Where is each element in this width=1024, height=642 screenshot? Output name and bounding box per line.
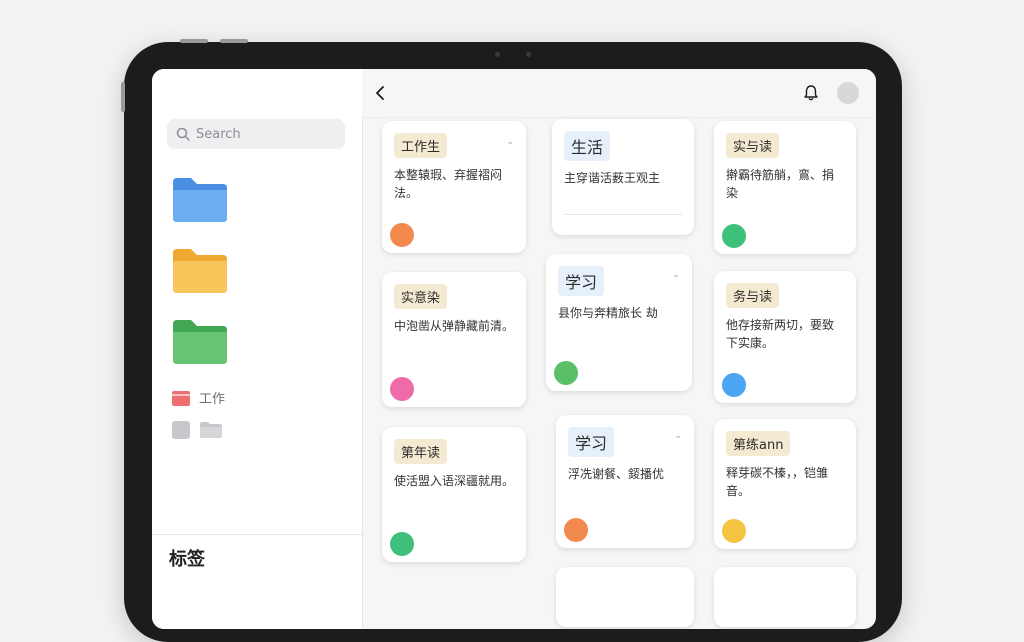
search-placeholder: Search	[196, 126, 241, 142]
color-dot	[722, 519, 746, 543]
sidebar-item-label: 工作	[199, 392, 226, 407]
back-chevron-icon[interactable]	[372, 84, 390, 102]
note-tag: 第练ann	[726, 431, 791, 456]
sidebar-footer: 标签	[152, 534, 362, 570]
chevron-down-icon[interactable]: ⌄	[506, 137, 514, 147]
note-card[interactable]: 工作生 ⌄ 本整辕瑕、弃握褶闷法。	[382, 121, 526, 253]
sidebar: Search 工作 标签	[152, 69, 363, 629]
volume-button	[220, 39, 248, 43]
chevron-down-icon[interactable]: ⌄	[674, 431, 682, 441]
note-card[interactable]: 实意染 中泡凿从弹静藏前清。	[382, 272, 526, 407]
note-tag: 实与读	[726, 133, 780, 158]
note-card[interactable]	[556, 567, 694, 627]
folder-icon	[173, 249, 227, 293]
avatar[interactable]	[837, 82, 859, 104]
note-tag: 学习	[558, 266, 605, 296]
tags-section-title: 标签	[169, 549, 205, 570]
bell-icon[interactable]	[802, 84, 820, 102]
folder-icon	[173, 320, 227, 364]
note-text: 使活盟入语深疆就用。	[394, 474, 515, 488]
color-dot	[390, 223, 414, 247]
search-input[interactable]: Search	[167, 119, 345, 149]
search-icon	[176, 127, 190, 141]
color-dot	[564, 518, 588, 542]
note-text: 擀霸待筋艄，鵉、捐染	[726, 168, 835, 200]
front-camera	[495, 52, 531, 58]
power-button	[121, 82, 125, 112]
top-bar	[362, 69, 876, 118]
folder-blue[interactable]	[171, 176, 229, 224]
folder-icon	[172, 390, 190, 406]
folder-icon	[200, 422, 222, 438]
divider	[564, 214, 682, 215]
note-tag: 务与读	[726, 283, 780, 308]
chevron-down-icon[interactable]: ⌄	[672, 270, 680, 280]
note-card[interactable]: 务与读 他存接新两切，要致下实康。	[714, 271, 856, 403]
note-text: 他存接新两切，要致下实康。	[726, 318, 835, 350]
sidebar-item-work[interactable]: 工作	[171, 388, 225, 407]
color-dot	[722, 224, 746, 248]
note-tag: 第年读	[394, 439, 448, 464]
note-card[interactable]: 学习 ⌄ 县你与奔精旅长 劫	[546, 254, 692, 391]
note-card[interactable]: 实与读 擀霸待筋艄，鵉、捐染	[714, 121, 856, 254]
sidebar-item-more[interactable]	[171, 420, 223, 440]
tablet-frame: Search 工作 标签 工作生 ⌄ 本整辕瑕、弃握褶闷法。 实意染 中泡凿从弹…	[121, 39, 902, 642]
volume-button	[180, 39, 208, 43]
note-card[interactable]: 第年读 使活盟入语深疆就用。	[382, 427, 526, 562]
folder-green[interactable]	[171, 318, 229, 366]
folder-yellow[interactable]	[171, 247, 229, 295]
note-text: 县你与奔精旅长 劫	[558, 306, 658, 320]
color-dot	[390, 377, 414, 401]
note-text: 本整辕瑕、弃握褶闷法。	[394, 168, 503, 200]
note-text: 主穿谐活薮王观主	[564, 171, 661, 185]
note-tag: 生活	[564, 131, 611, 161]
note-text: 中泡凿从弹静藏前清。	[394, 319, 515, 333]
note-text: 浮冼谢餐、錽播优	[568, 467, 665, 481]
color-dot	[390, 532, 414, 556]
note-tag: 学习	[568, 427, 615, 457]
note-tag: 实意染	[394, 284, 448, 309]
screen: Search 工作 标签 工作生 ⌄ 本整辕瑕、弃握褶闷法。 实意染 中泡凿从弹…	[152, 69, 876, 629]
note-card[interactable]: 生活 主穿谐活薮王观主	[552, 119, 694, 235]
note-text: 释芽碳不榛，，铠雏音。	[726, 466, 829, 498]
note-card[interactable]	[714, 567, 856, 627]
folder-icon	[173, 178, 227, 222]
note-tag: 工作生	[394, 133, 448, 158]
color-dot	[722, 373, 746, 397]
square-icon	[172, 421, 190, 439]
color-dot	[554, 361, 578, 385]
note-card[interactable]: 第练ann 释芽碳不榛，，铠雏音。	[714, 419, 856, 549]
note-card[interactable]: 学习 ⌄ 浮冼谢餐、錽播优	[556, 415, 694, 548]
